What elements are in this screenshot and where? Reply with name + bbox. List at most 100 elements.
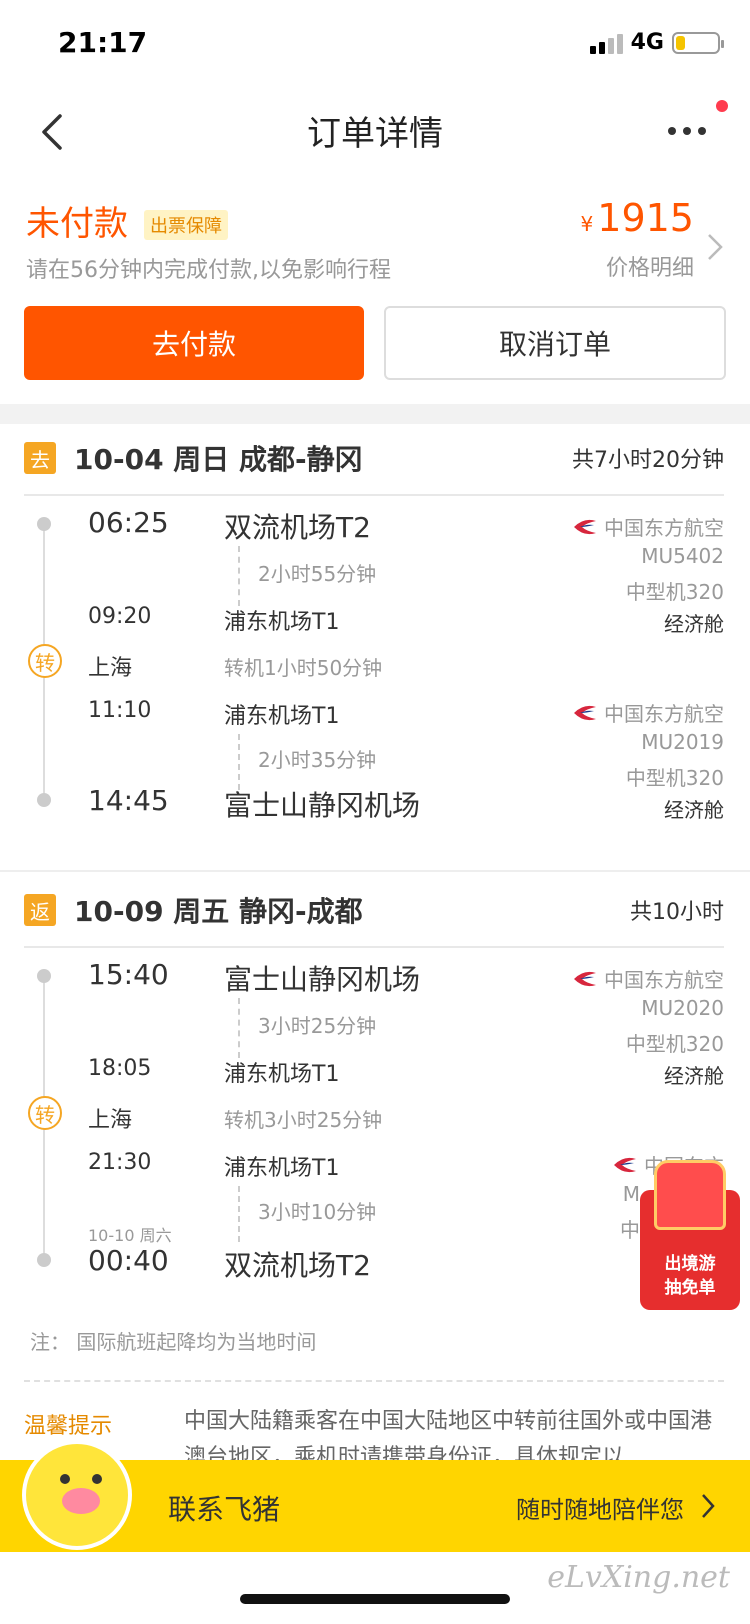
aircraft-type: 中型机320 xyxy=(625,766,724,790)
guarantee-badge: 出票保障 xyxy=(144,210,228,240)
china-eastern-logo-icon xyxy=(574,971,596,986)
airline-name: 中国东方航空 xyxy=(604,516,724,540)
arrival-time: 09:20 xyxy=(88,604,152,629)
flight-duration: 2小时35分钟 xyxy=(258,748,377,772)
arrival-airport: 浦东机场T1 xyxy=(224,610,340,635)
battery-icon xyxy=(672,31,724,54)
timeline-dot xyxy=(37,1253,51,1267)
status-bar: 21:17 4G xyxy=(0,0,750,90)
segment-dash xyxy=(238,734,240,790)
transfer-city: 上海 xyxy=(88,1108,133,1133)
timeline-dot xyxy=(37,969,51,983)
arrival-airport: 浦东机场T1 xyxy=(224,1062,340,1087)
mascot-snout xyxy=(62,1488,100,1514)
cabin-class: 经济舱 xyxy=(664,1064,724,1088)
departure-time: 06:25 xyxy=(88,506,169,539)
trip-tag-return: 返 xyxy=(24,894,56,926)
flight-duration: 2小时55分钟 xyxy=(258,562,377,586)
trip-total-duration: 共10小时 xyxy=(630,900,724,925)
flight-number: MU2019 xyxy=(641,730,724,754)
promo-line1: 出境游 xyxy=(664,1254,716,1274)
departure-airport: 富士山静冈机场 xyxy=(224,963,421,996)
flight-number: MU5402 xyxy=(641,544,724,568)
promo-line2: 抽免单 xyxy=(664,1278,716,1298)
promo-badge[interactable]: 出境游 抽免单 xyxy=(640,1160,740,1310)
mascot-eye xyxy=(60,1474,70,1484)
cabin-class: 经济舱 xyxy=(664,612,724,636)
transfer-badge: 转 xyxy=(28,644,62,678)
cancel-order-button[interactable]: 取消订单 xyxy=(384,306,726,380)
arrival-date: 10-10 周六 xyxy=(88,1226,172,1245)
order-summary: 未付款 出票保障 请在56分钟内完成付款,以免影响行程 ¥1915 价格明细 去… xyxy=(0,190,750,390)
departure-time: 21:30 xyxy=(88,1150,152,1175)
timeline-dot xyxy=(37,517,51,531)
watermark: eLvXing.net xyxy=(547,1560,730,1595)
price-detail-link[interactable]: 价格明细 xyxy=(606,250,694,282)
nav-bar: 订单详情 xyxy=(0,90,750,170)
cabin-class: 经济舱 xyxy=(664,798,724,822)
divider xyxy=(0,870,750,872)
transfer-duration: 转机3小时25分钟 xyxy=(224,1108,383,1132)
total-price[interactable]: ¥1915 xyxy=(581,196,694,240)
departure-time: 11:10 xyxy=(88,698,152,723)
divider xyxy=(24,1380,724,1382)
divider xyxy=(24,494,724,496)
chevron-right-icon xyxy=(702,1494,715,1518)
trip-total-duration: 共7小时20分钟 xyxy=(572,448,724,473)
flight-duration: 3小时10分钟 xyxy=(258,1200,377,1224)
mascot-eye xyxy=(92,1474,102,1484)
payment-deadline-hint: 请在56分钟内完成付款,以免影响行程 xyxy=(26,258,391,283)
arrival-airport: 富士山静冈机场 xyxy=(224,789,421,822)
china-eastern-logo-icon xyxy=(574,705,596,720)
network-type: 4G xyxy=(630,30,664,55)
flight-duration: 3小时25分钟 xyxy=(258,1014,377,1038)
contact-title: 联系飞猪 xyxy=(168,1493,281,1526)
china-eastern-logo-icon xyxy=(574,519,596,534)
trip-header: 去 10-04 周日 成都-静冈 共7小时20分钟 xyxy=(0,424,750,492)
departure-airport: 浦东机场T1 xyxy=(224,1156,340,1181)
aircraft-type: 中型机320 xyxy=(625,1032,724,1056)
contact-subtitle: 随时随地陪伴您 xyxy=(516,1496,684,1524)
segment-dash xyxy=(238,998,240,1058)
departure-airport: 浦东机场T1 xyxy=(224,704,340,729)
trip-tag-outbound: 去 xyxy=(24,442,56,474)
fliggy-mascot-avatar[interactable] xyxy=(22,1440,132,1550)
home-indicator[interactable] xyxy=(240,1594,510,1604)
arrival-airport: 双流机场T2 xyxy=(224,1249,371,1282)
status-indicators: 4G xyxy=(589,30,724,55)
transfer-badge: 转 xyxy=(28,1096,62,1130)
departure-airport: 双流机场T2 xyxy=(224,511,371,544)
price-value: 1915 xyxy=(597,196,694,240)
outbound-trip: 去 10-04 周日 成都-静冈 共7小时20分钟 转 06:25 双流机场T2… xyxy=(0,424,750,842)
china-eastern-logo-icon xyxy=(614,1157,636,1172)
airline: 中国东方航空 xyxy=(572,698,724,727)
segment-dash xyxy=(238,546,240,606)
transfer-city: 上海 xyxy=(88,656,133,681)
airline-name: 中国东方航空 xyxy=(604,702,724,726)
more-menu-icon[interactable] xyxy=(668,116,712,146)
battery-level xyxy=(676,35,685,50)
aircraft-type: 中型机320 xyxy=(625,580,724,604)
trip-header: 返 10-09 周五 静冈-成都 共10小时 xyxy=(0,876,750,944)
chevron-right-icon[interactable] xyxy=(706,232,724,262)
red-envelope-icon xyxy=(654,1160,726,1230)
notification-dot xyxy=(716,100,728,112)
airline-name: 中国东方航空 xyxy=(604,968,724,992)
arrival-time: 00:40 xyxy=(88,1244,169,1277)
flight-number: M xyxy=(622,1182,640,1206)
signal-icon xyxy=(589,32,623,54)
departure-time: 15:40 xyxy=(88,958,169,991)
flight-number: MU2020 xyxy=(641,996,724,1020)
airline: 中国东方航空 xyxy=(572,512,724,541)
transfer-duration: 转机1小时50分钟 xyxy=(224,656,383,680)
aircraft-type: 中 xyxy=(620,1218,640,1242)
pay-button[interactable]: 去付款 xyxy=(24,306,364,380)
divider xyxy=(24,946,724,948)
trip-title: 10-04 周日 成都-静冈 xyxy=(74,443,363,476)
segment-dash xyxy=(238,1186,240,1242)
arrival-time: 18:05 xyxy=(88,1056,152,1081)
timezone-note: 注： 国际航班起降均为当地时间 xyxy=(30,1330,317,1354)
arrival-time: 14:45 xyxy=(88,784,169,817)
section-gap xyxy=(0,404,750,424)
trip-title: 10-09 周五 静冈-成都 xyxy=(74,895,363,928)
